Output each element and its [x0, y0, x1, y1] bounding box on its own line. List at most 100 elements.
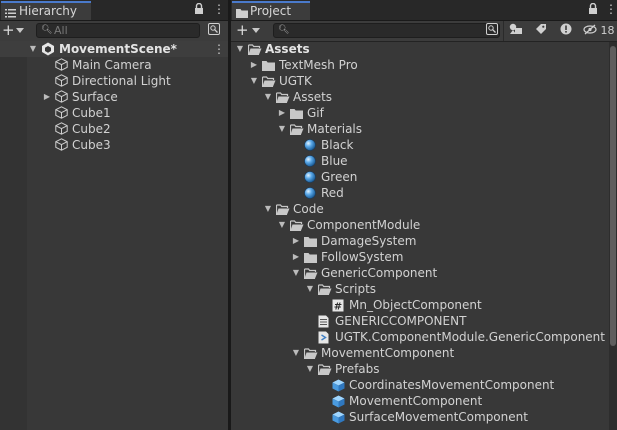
- expand-arrow-right-icon[interactable]: ▶: [291, 233, 301, 249]
- project-item-blue[interactable]: Blue: [231, 153, 617, 169]
- expand-arrow-right-icon[interactable]: ▶: [42, 89, 52, 105]
- project-item-label: Blue: [321, 154, 348, 168]
- project-item-label: Code: [293, 202, 324, 216]
- hierarchy-search-field[interactable]: 🔍︎ All: [36, 23, 200, 38]
- expand-arrow-down-icon[interactable]: ▼: [235, 41, 245, 57]
- project-item-label: UGTK: [279, 74, 312, 88]
- folder-open-icon: [275, 91, 290, 104]
- expand-arrow-down-icon[interactable]: ▼: [249, 73, 259, 89]
- hierarchy-item-cube3[interactable]: Cube3: [0, 137, 228, 153]
- hierarchy-item-main-camera[interactable]: Main Camera: [0, 57, 228, 73]
- filter-by-label-icon[interactable]: [533, 23, 549, 38]
- create-plus-icon[interactable]: +: [2, 22, 15, 39]
- expand-arrow-down-icon[interactable]: ▼: [291, 265, 301, 281]
- project-item-scripts[interactable]: ▼ Scripts: [231, 281, 617, 297]
- project-item-label: CoordinatesMovementComponent: [349, 378, 555, 392]
- prefab-icon: [332, 395, 345, 408]
- project-item-movementcomponent[interactable]: MovementComponent: [231, 393, 617, 409]
- project-item-movementcomponent[interactable]: ▼ MovementComponent: [231, 345, 617, 361]
- expand-arrow-down-icon[interactable]: ▼: [305, 361, 315, 377]
- expand-arrow-down-icon[interactable]: ▼: [263, 89, 273, 105]
- expand-arrow-right-icon[interactable]: ▶: [277, 105, 287, 121]
- hierarchy-toolbar: + 🔍︎ All: [0, 21, 228, 42]
- filter-by-type-icon[interactable]: [508, 23, 524, 38]
- hidden-packages-toggle[interactable]: 18: [583, 24, 615, 38]
- project-item-red[interactable]: Red: [231, 185, 617, 201]
- tab-project[interactable]: Project: [232, 1, 310, 20]
- project-item-ugtk-componentmodule-genericcomponent[interactable]: UGTK.ComponentModule.GenericComponent: [231, 329, 617, 345]
- search-icon: 🔍︎: [41, 25, 53, 35]
- expand-arrow-down-icon[interactable]: ▼: [263, 201, 273, 217]
- project-item-followsystem[interactable]: ▶ FollowSystem: [231, 249, 617, 265]
- project-item-ugtk[interactable]: ▼ UGTK: [231, 73, 617, 89]
- expand-arrow-down-icon[interactable]: ▼: [28, 41, 38, 57]
- project-item-assets[interactable]: ▼ Assets: [231, 41, 617, 57]
- folder-icon: [262, 59, 275, 71]
- project-item-green[interactable]: Green: [231, 169, 617, 185]
- project-item-genericcomponent[interactable]: GENERICCOMPONENT: [231, 313, 617, 329]
- project-scrollbar-thumb[interactable]: [610, 46, 616, 346]
- folder-icon: [304, 251, 317, 263]
- project-item-genericcomponent[interactable]: ▼ GenericComponent: [231, 265, 617, 281]
- project-item-textmesh-pro[interactable]: ▶ TextMesh Pro: [231, 57, 617, 73]
- expand-arrow-down-icon[interactable]: ▼: [277, 121, 287, 137]
- game-object-icon: [55, 106, 68, 119]
- project-item-label: Assets: [265, 42, 310, 56]
- lock-icon[interactable]: [588, 2, 598, 18]
- create-dropdown-icon[interactable]: [16, 28, 24, 33]
- project-item-coordinatesmovementcomponent[interactable]: CoordinatesMovementComponent: [231, 377, 617, 393]
- hierarchy-item-surface[interactable]: ▶ Surface: [0, 89, 228, 105]
- create-dropdown-icon[interactable]: [252, 28, 260, 33]
- expand-arrow-right-icon[interactable]: ▶: [291, 249, 301, 265]
- hierarchy-item-label: Directional Light: [72, 74, 171, 88]
- project-item-label: FollowSystem: [321, 250, 404, 264]
- hierarchy-item-cube2[interactable]: Cube2: [0, 121, 228, 137]
- scene-name: MovementScene*: [59, 42, 177, 56]
- hierarchy-item-label: Cube1: [72, 106, 111, 120]
- project-item-mn-objectcomponent[interactable]: # Mn_ObjectComponent: [231, 297, 617, 313]
- hierarchy-item-label: Surface: [72, 90, 118, 104]
- log-warning-icon[interactable]: [558, 23, 574, 38]
- search-options-icon[interactable]: [206, 23, 222, 38]
- project-item-label: Mn_ObjectComponent: [349, 298, 482, 312]
- folder-icon: [304, 235, 317, 247]
- project-search-field[interactable]: 🔍︎: [273, 23, 500, 38]
- expand-arrow-right-icon[interactable]: ▶: [249, 57, 259, 73]
- prefab-icon: [332, 411, 345, 424]
- project-item-prefabs[interactable]: ▼ Prefabs: [231, 361, 617, 377]
- project-item-damagesystem[interactable]: ▶ DamageSystem: [231, 233, 617, 249]
- hierarchy-item-label: Main Camera: [72, 58, 152, 72]
- create-plus-icon[interactable]: +: [236, 22, 249, 39]
- project-item-label: ComponentModule: [307, 218, 421, 232]
- project-menu-icon[interactable]: ⋮: [605, 2, 617, 16]
- folder-open-icon: [317, 283, 332, 296]
- tab-hierarchy[interactable]: Hierarchy: [1, 1, 91, 20]
- project-item-materials[interactable]: ▼ Materials: [231, 121, 617, 137]
- hierarchy-item-cube1[interactable]: Cube1: [0, 105, 228, 121]
- eye-slash-icon: [583, 24, 601, 37]
- material-icon: [304, 139, 317, 151]
- project-item-gif[interactable]: ▶ Gif: [231, 105, 617, 121]
- folder-open-icon: [289, 219, 304, 232]
- search-options-icon[interactable]: [484, 23, 500, 38]
- project-item-black[interactable]: Black: [231, 137, 617, 153]
- project-item-code[interactable]: ▼ Code: [231, 201, 617, 217]
- hierarchy-item-directional-light[interactable]: Directional Light: [0, 73, 228, 89]
- project-item-assets[interactable]: ▼ Assets: [231, 89, 617, 105]
- project-item-label: MovementComponent: [349, 394, 483, 408]
- expand-arrow-down-icon[interactable]: ▼: [277, 217, 287, 233]
- scene-menu-icon[interactable]: ⋮: [213, 41, 225, 57]
- project-item-componentmodule[interactable]: ▼ ComponentModule: [231, 217, 617, 233]
- expand-arrow-down-icon[interactable]: ▼: [305, 281, 315, 297]
- project-item-label: Green: [321, 170, 358, 184]
- expand-arrow-down-icon[interactable]: ▼: [291, 345, 301, 361]
- project-item-surfacemovementcomponent[interactable]: SurfaceMovementComponent: [231, 409, 617, 425]
- project-scrollbar[interactable]: [609, 42, 617, 430]
- scene-row[interactable]: ▼ MovementScene* ⋮: [0, 41, 228, 57]
- hierarchy-menu-icon[interactable]: ⋮: [213, 2, 225, 16]
- project-item-label: Scripts: [335, 282, 377, 296]
- assembly-definition-icon: [318, 331, 331, 344]
- lock-icon[interactable]: [194, 2, 204, 18]
- project-item-label: Black: [321, 138, 354, 152]
- folder-icon: [290, 107, 303, 119]
